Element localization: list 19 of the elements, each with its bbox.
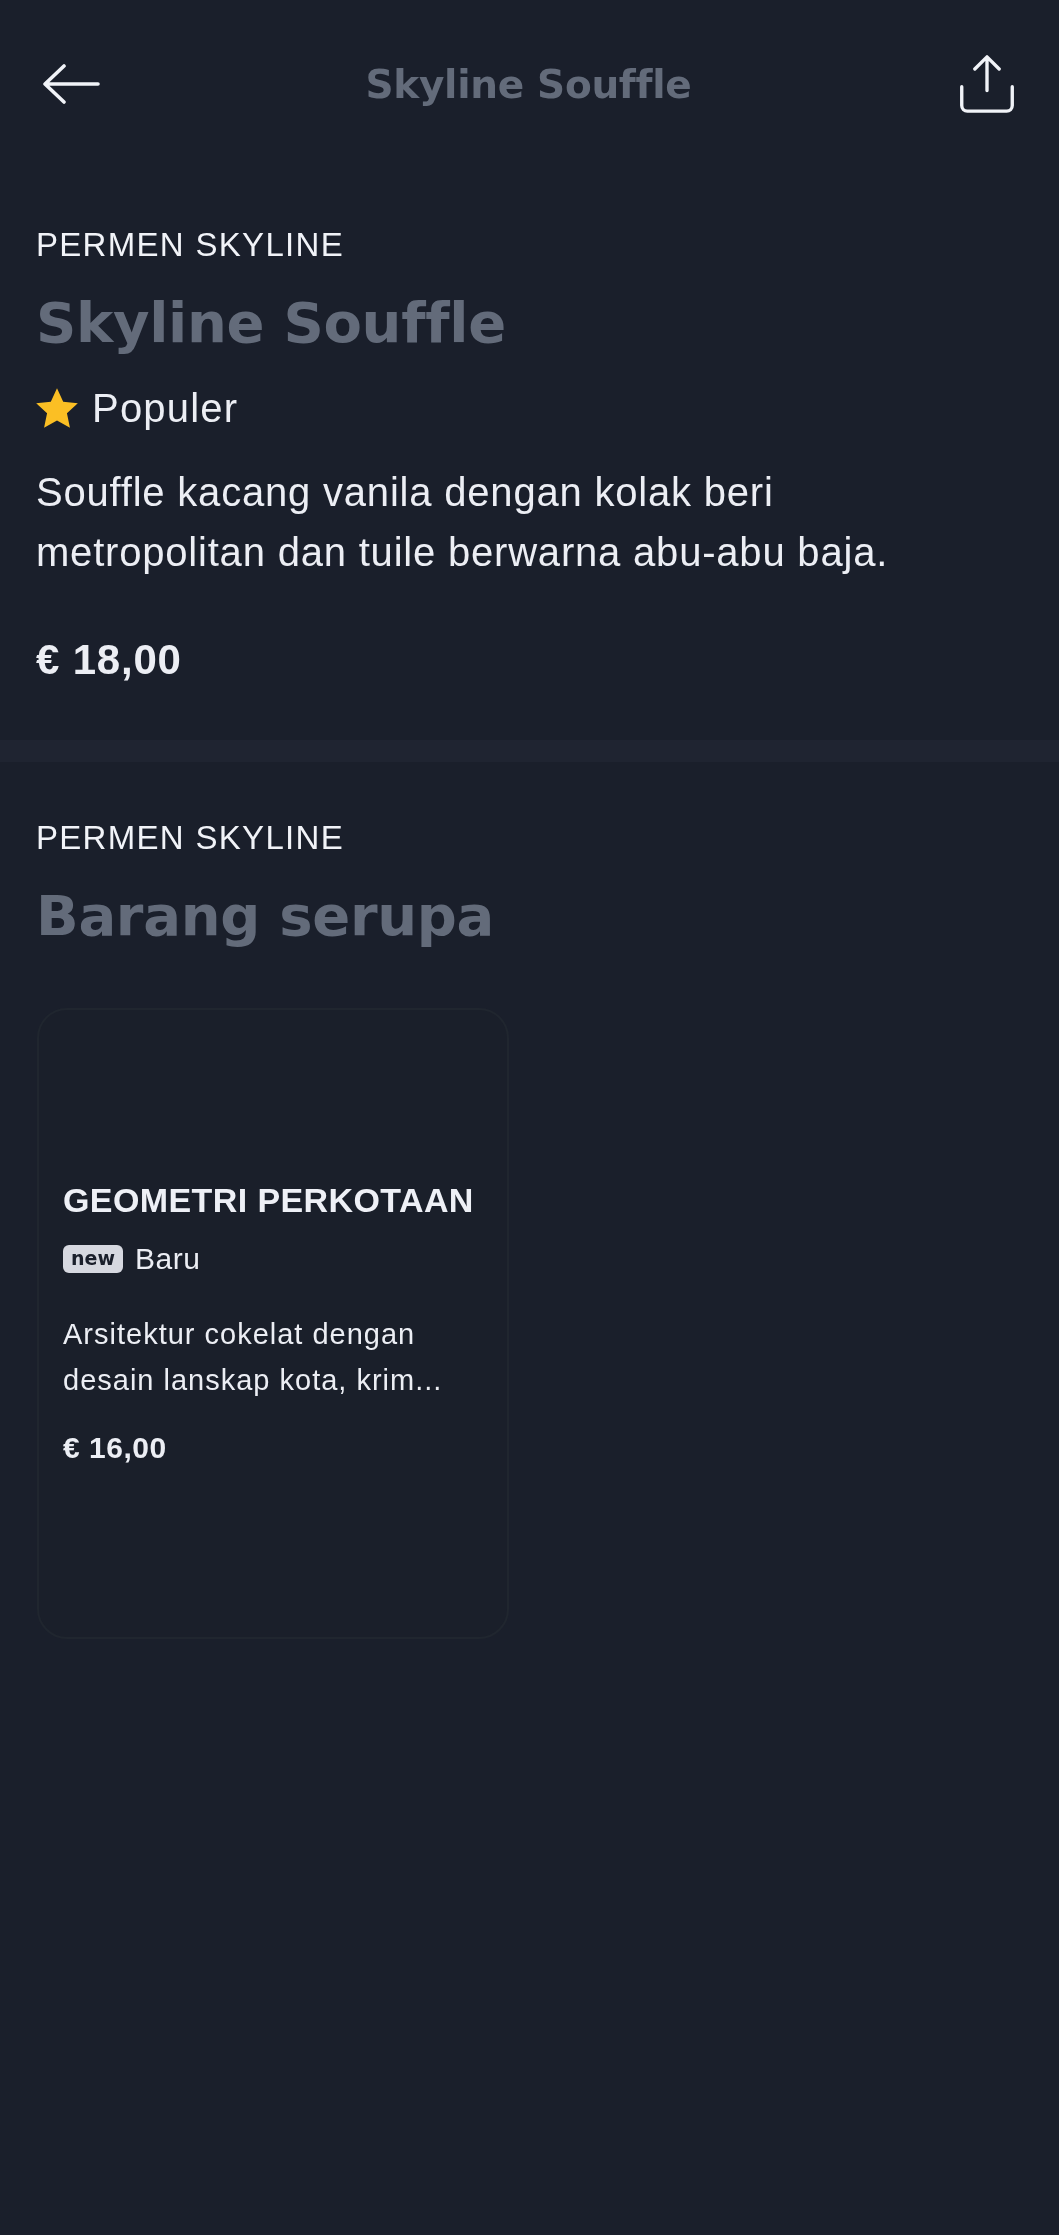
page-title: Skyline Souffle: [365, 61, 692, 107]
new-badge: new: [63, 1245, 123, 1273]
category-label: PERMEN SKYLINE: [36, 818, 345, 858]
product-title: Skyline Souffle: [36, 289, 507, 357]
back-button[interactable]: [42, 64, 100, 104]
back-arrow-icon: [42, 64, 100, 104]
share-button[interactable]: [957, 55, 1017, 113]
star-icon: [36, 388, 78, 428]
product-description: Souffle kacang vanila dengan kolak beri metropolitan dan tuile berwarna abu-abu baja.: [36, 469, 890, 576]
card-title: GEOMETRI PERKOTAAN: [63, 1180, 475, 1221]
card-description: Arsitektur cokelat dengan desain lanskap kota, krim...: [63, 1317, 444, 1398]
card-price: € 16,00: [63, 1430, 168, 1466]
section-title: Barang serupa: [36, 882, 496, 950]
tag-label: Baru: [134, 1241, 201, 1277]
product-price: € 18,00: [36, 635, 183, 685]
product-card[interactable]: GEOMETRI PERKOTAAN new Baru Arsitektur cokelat dengan desain lanskap kota, krim... € 16,00: [37, 1008, 509, 1639]
tag-label: Populer: [92, 385, 239, 432]
category-label: PERMEN SKYLINE: [36, 225, 345, 265]
share-icon: [957, 55, 1017, 113]
